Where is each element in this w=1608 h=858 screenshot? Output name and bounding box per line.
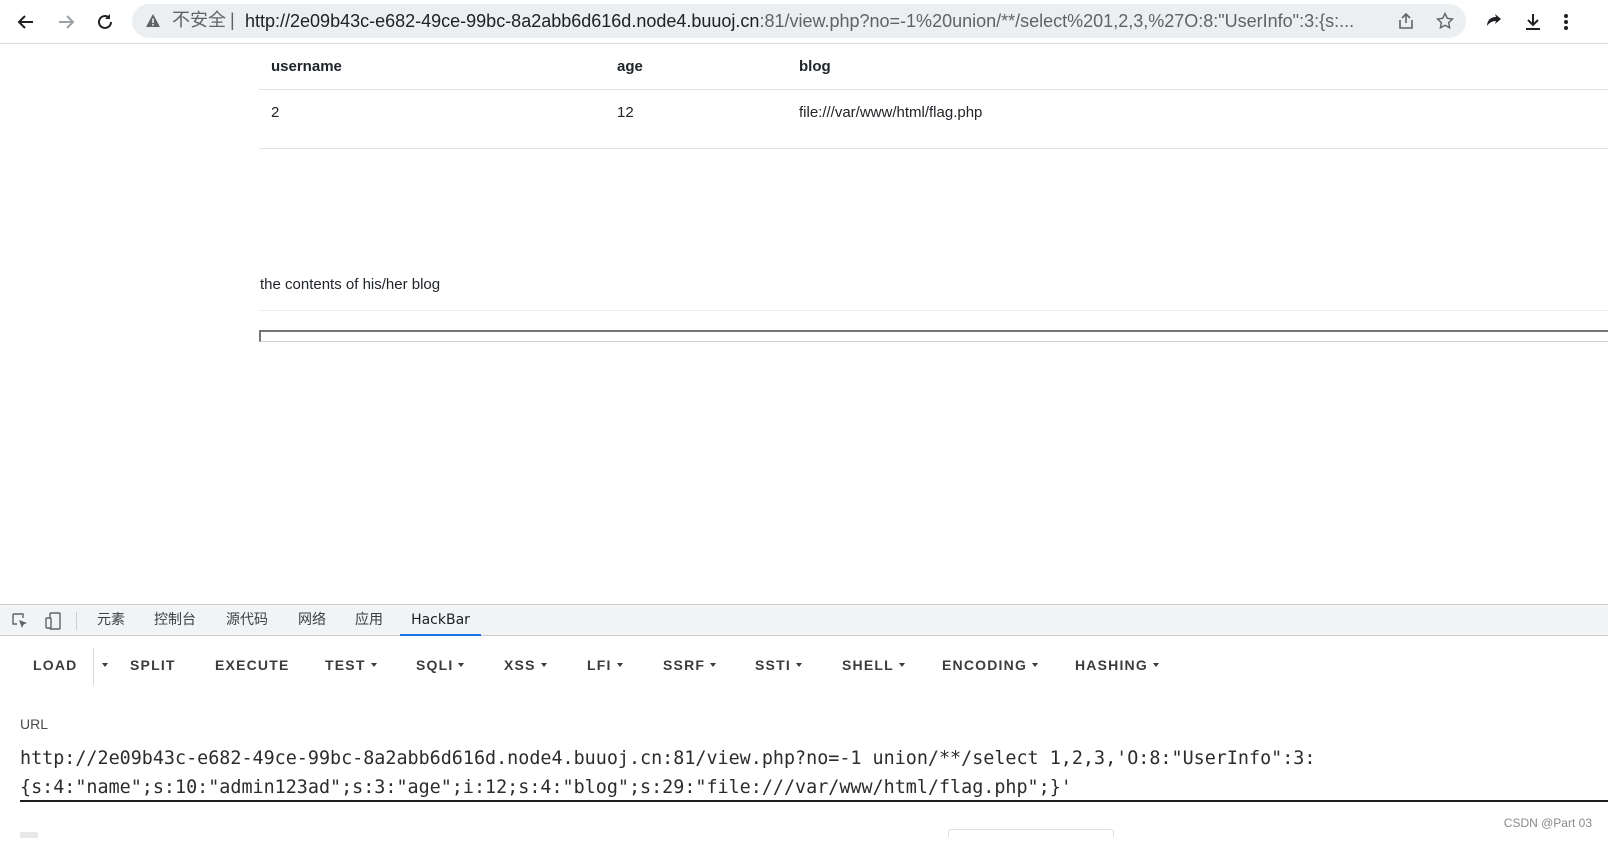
- caret-down-icon: [795, 663, 802, 667]
- warning-icon[interactable]: [144, 12, 162, 30]
- tab-console[interactable]: 控制台: [154, 605, 196, 636]
- ssti-menu-button[interactable]: SSTI: [755, 655, 802, 675]
- lfi-menu-button[interactable]: LFI: [587, 655, 623, 675]
- blog-iframe[interactable]: [259, 330, 1608, 342]
- browser-toolbar: 不安全 | http://2e09b43c-e682-49ce-99bc-8a2…: [0, 0, 1608, 44]
- url-line-1: http://2e09b43c-e682-49ce-99bc-8a2abb6d6…: [20, 748, 1316, 769]
- back-icon[interactable]: [12, 8, 40, 36]
- caret-down-icon: [370, 663, 377, 667]
- load-dropdown-divider: [93, 648, 94, 685]
- xss-label: XSS: [504, 657, 536, 673]
- tab-network[interactable]: 网络: [298, 605, 326, 636]
- cell-age: 12: [605, 89, 787, 149]
- hashing-label: HASHING: [1075, 657, 1148, 673]
- omnibox-separator: |: [230, 10, 235, 30]
- extension-icon[interactable]: [1480, 8, 1508, 36]
- bookmark-star-icon[interactable]: [1434, 10, 1456, 32]
- xss-menu-button[interactable]: XSS: [504, 655, 547, 675]
- caret-down-icon: [540, 663, 547, 667]
- inspect-element-icon[interactable]: [9, 610, 31, 632]
- address-bar[interactable]: 不安全 | http://2e09b43c-e682-49ce-99bc-8a2…: [132, 4, 1466, 38]
- ssrf-menu-button[interactable]: SSRF: [663, 655, 717, 675]
- table-row: 2 12 file:///var/www/html/flag.php: [259, 89, 1608, 149]
- ssti-label: SSTI: [755, 657, 791, 673]
- encoding-label: ENCODING: [942, 657, 1028, 673]
- caret-down-icon: [102, 663, 108, 667]
- url-text[interactable]: http://2e09b43c-e682-49ce-99bc-8a2abb6d6…: [245, 11, 1380, 31]
- test-menu-button[interactable]: TEST: [325, 655, 377, 675]
- page-content: username age blog 2 12 file:///var/www/h…: [0, 45, 1608, 604]
- cell-username: 2: [259, 89, 605, 149]
- caret-down-icon: [1152, 663, 1159, 667]
- caret-down-icon: [898, 663, 905, 667]
- table-header-row: username age blog: [259, 45, 1608, 90]
- execute-label: EXECUTE: [215, 657, 290, 673]
- load-dropdown-button[interactable]: [97, 655, 108, 675]
- security-label[interactable]: 不安全: [172, 11, 226, 31]
- caret-down-icon: [1032, 663, 1039, 667]
- hackbar-panel: LOAD SPLIT EXECUTE TEST SQLI XSS LFI SSR…: [0, 636, 1608, 858]
- split-label: SPLIT: [130, 657, 176, 673]
- blog-caption: the contents of his/her blog: [260, 276, 441, 293]
- download-icon[interactable]: [1519, 8, 1547, 36]
- user-info-table: username age blog 2 12 file:///var/www/h…: [259, 45, 1608, 149]
- lfi-label: LFI: [587, 657, 612, 673]
- caret-down-icon: [710, 663, 717, 667]
- ssrf-label: SSRF: [663, 657, 706, 673]
- post-data-checkbox[interactable]: [20, 832, 38, 838]
- divider: [259, 310, 1608, 311]
- load-button[interactable]: LOAD: [33, 655, 77, 675]
- share-icon[interactable]: [1395, 10, 1417, 32]
- reload-icon[interactable]: [91, 8, 119, 36]
- hashing-menu-button[interactable]: HASHING: [1075, 655, 1159, 675]
- header-username: username: [259, 45, 605, 90]
- menu-icon[interactable]: [1556, 8, 1576, 36]
- execute-button[interactable]: EXECUTE: [215, 655, 290, 675]
- tab-application[interactable]: 应用: [355, 605, 383, 636]
- shell-menu-button[interactable]: SHELL: [842, 655, 905, 675]
- load-label: LOAD: [33, 657, 78, 673]
- header-blog: blog: [787, 45, 1608, 90]
- forward-icon[interactable]: [52, 8, 80, 36]
- cell-blog: file:///var/www/html/flag.php: [787, 89, 1608, 149]
- devtools-tab-bar: 元素 控制台 源代码 网络 应用 HackBar: [0, 604, 1608, 636]
- caret-down-icon: [616, 663, 623, 667]
- header-age: age: [605, 45, 787, 90]
- devtools-divider: [76, 612, 77, 630]
- url-line-2: {s:4:"name";s:10:"admin123ad";s:3:"age";…: [20, 777, 1072, 798]
- url-textarea[interactable]: http://2e09b43c-e682-49ce-99bc-8a2abb6d6…: [20, 744, 1608, 802]
- shell-label: SHELL: [842, 657, 894, 673]
- watermark: CSDN @Part 03: [1503, 816, 1592, 830]
- device-toolbar-icon[interactable]: [42, 610, 64, 632]
- caret-down-icon: [458, 663, 465, 667]
- test-label: TEST: [325, 657, 366, 673]
- tab-elements[interactable]: 元素: [97, 605, 125, 636]
- sqli-menu-button[interactable]: SQLI: [416, 655, 465, 675]
- bottom-panel-box: [948, 829, 1114, 837]
- encoding-menu-button[interactable]: ENCODING: [942, 655, 1039, 675]
- sqli-label: SQLI: [416, 657, 454, 673]
- split-button[interactable]: SPLIT: [130, 655, 176, 675]
- url-field-label: URL: [20, 716, 49, 732]
- url-path: :81/view.php?no=-1%20union/**/select%201…: [759, 11, 1355, 31]
- url-host: http://2e09b43c-e682-49ce-99bc-8a2abb6d6…: [245, 11, 760, 31]
- tab-sources[interactable]: 源代码: [226, 605, 268, 636]
- tab-hackbar[interactable]: HackBar: [400, 605, 481, 636]
